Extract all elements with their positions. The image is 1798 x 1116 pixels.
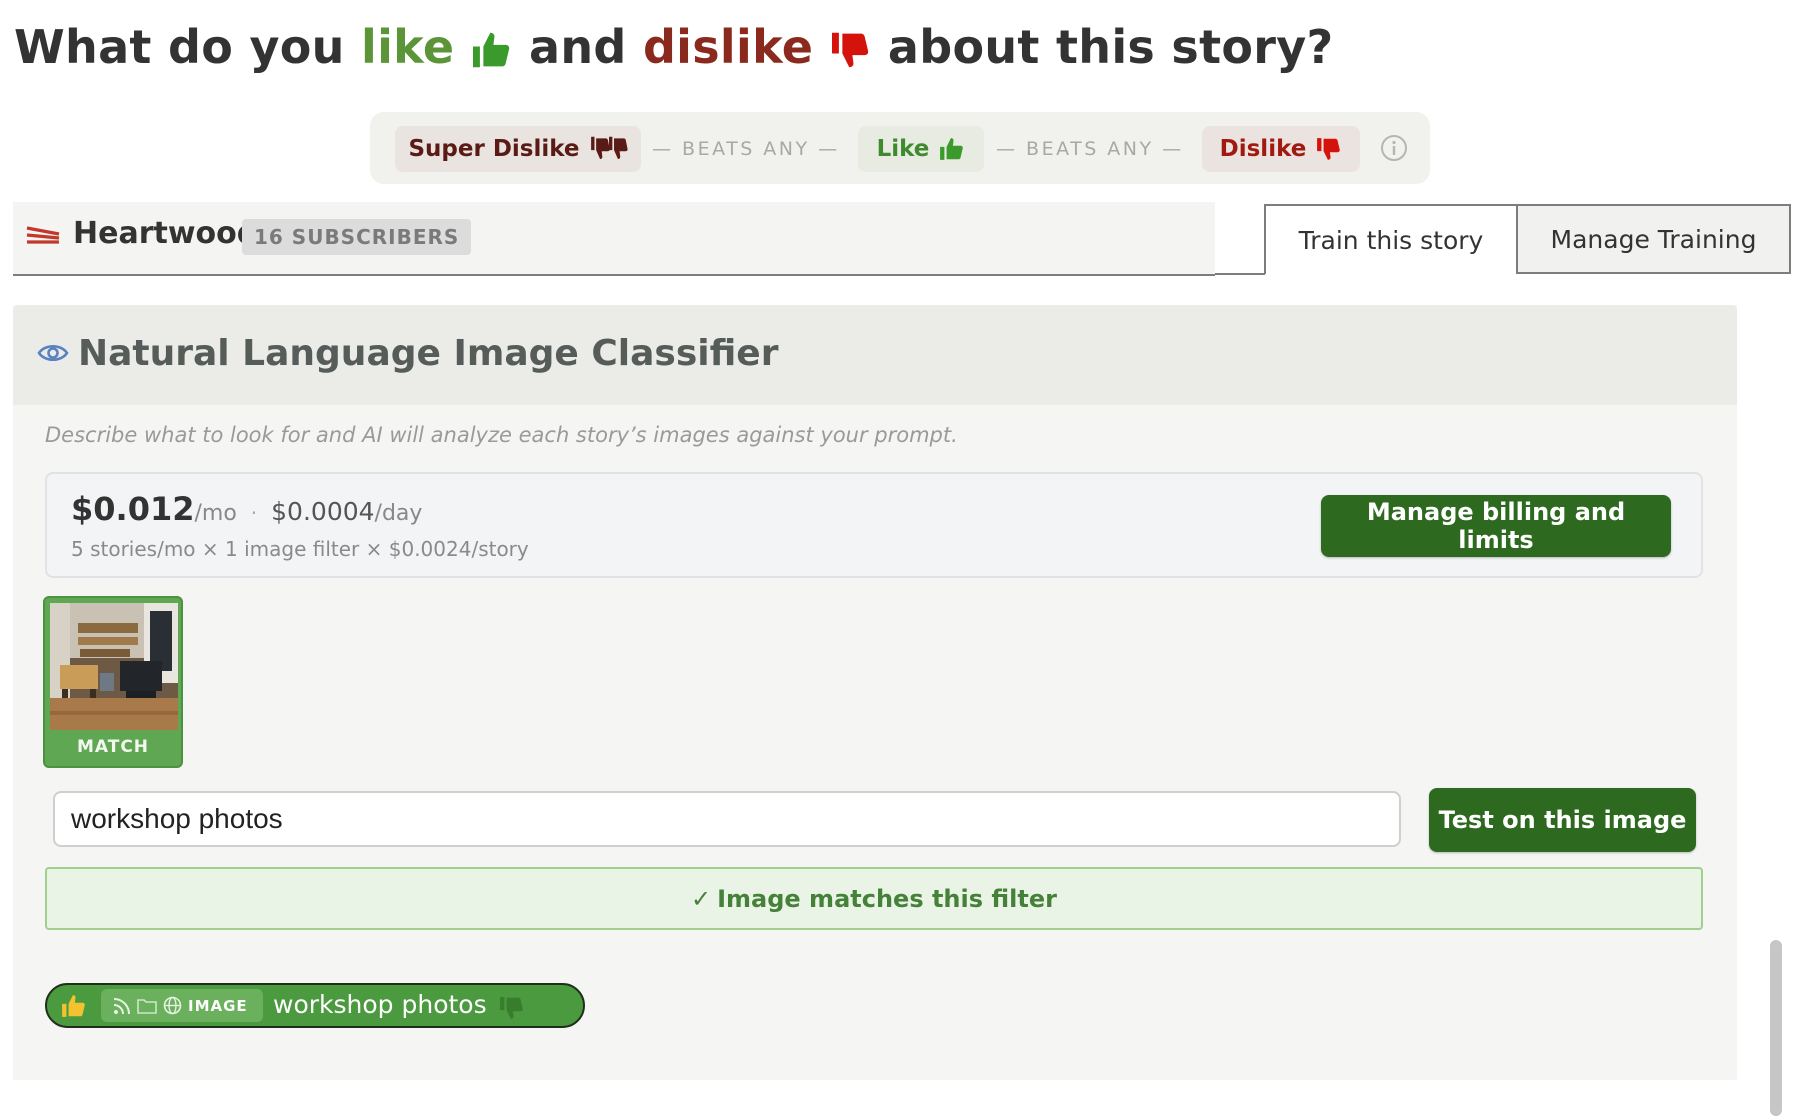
billing-summary: $0.012/mo · $0.0004/day 5 stories/mo × 1 i… [45, 472, 1703, 578]
panel-title: Natural Language Image Classifier [78, 333, 779, 374]
double-thumbs-down-icon [590, 136, 628, 160]
chip-source-group: IMAGE [101, 989, 263, 1022]
globe-icon [163, 996, 182, 1015]
legend-dislike-label: Dislike [1219, 136, 1307, 162]
folder-icon [137, 999, 157, 1014]
chip-type-label: IMAGE [188, 996, 248, 1015]
heading-dislike-word: dislike [642, 20, 814, 74]
beats-any-2: — BEATS ANY — [996, 138, 1184, 160]
beats-any-1: — BEATS ANY — [652, 138, 840, 160]
feed-title[interactable]: Heartwood [73, 216, 258, 251]
monthly-unit: /mo [194, 501, 237, 526]
tab-manage-training[interactable]: Manage Training [1516, 204, 1791, 274]
heading-middle: and [529, 20, 627, 74]
legend-like: Like [858, 126, 984, 172]
classifier-legend: Super Dislike — BEATS ANY — Like — BEATS… [370, 112, 1430, 184]
legend-like-label: Like [876, 136, 930, 162]
match-result-text: Image matches this filter [717, 884, 1057, 913]
chip-text: workshop photos [273, 990, 487, 1019]
feed-header: Heartwood 16 SUBSCRIBERS [13, 202, 1215, 276]
price-row: $0.012/mo · $0.0004/day [71, 490, 422, 528]
image-classifier-panel: Natural Language Image Classifier Descri… [13, 305, 1737, 1080]
page-heading: What do you like and dislike about this … [14, 20, 1334, 74]
daily-price: $0.0004 [271, 497, 375, 526]
thumbs-down-icon[interactable] [499, 996, 525, 1020]
checkmark-icon: ✓ [691, 884, 712, 913]
monthly-price: $0.012 [71, 490, 195, 528]
panel-header: Natural Language Image Classifier [13, 305, 1737, 405]
match-label: MATCH [76, 737, 150, 757]
thumbs-down-icon [1317, 138, 1341, 160]
heading-suffix: about this story? [887, 20, 1334, 74]
workshop-photo-illustration [50, 603, 178, 730]
heading-like-word: like [361, 20, 455, 74]
vertical-scrollbar[interactable] [1770, 940, 1782, 1116]
thumbs-up-icon [940, 138, 964, 160]
price-breakdown: 5 stories/mo × 1 image filter × $0.0024/… [71, 537, 529, 561]
thumbs-up-icon [472, 32, 509, 68]
image-classifier-chip[interactable]: IMAGE workshop photos [45, 983, 585, 1028]
daily-unit: /day [374, 501, 423, 526]
rss-icon [113, 997, 130, 1014]
classifier-prompt-input[interactable] [53, 791, 1401, 847]
manage-billing-button[interactable]: Manage billing and limits [1321, 495, 1671, 557]
tab-train-this-story[interactable]: Train this story [1264, 204, 1518, 274]
tab-divider [1215, 273, 1265, 275]
heading-prefix: What do you [14, 20, 345, 74]
thumbs-up-icon[interactable] [61, 994, 87, 1018]
test-on-image-button[interactable]: Test on this image [1429, 788, 1696, 852]
classifier-description: Describe what to look for and AI will an… [45, 423, 958, 447]
feed-logo-icon [26, 226, 60, 244]
subscriber-count-badge: 16 SUBSCRIBERS [242, 219, 472, 255]
eye-icon [37, 344, 69, 362]
match-result-banner: ✓ Image matches this filter [45, 867, 1703, 930]
story-image-thumbnail[interactable]: MATCH [43, 596, 183, 768]
legend-super-dislike-label: Super Dislike [408, 136, 580, 162]
thumbs-down-icon [831, 32, 868, 68]
legend-dislike: Dislike [1202, 126, 1360, 172]
info-icon[interactable] [1380, 134, 1408, 162]
legend-super-dislike: Super Dislike [395, 126, 641, 172]
price-separator: · [250, 501, 258, 525]
workshop-photo [50, 603, 178, 730]
